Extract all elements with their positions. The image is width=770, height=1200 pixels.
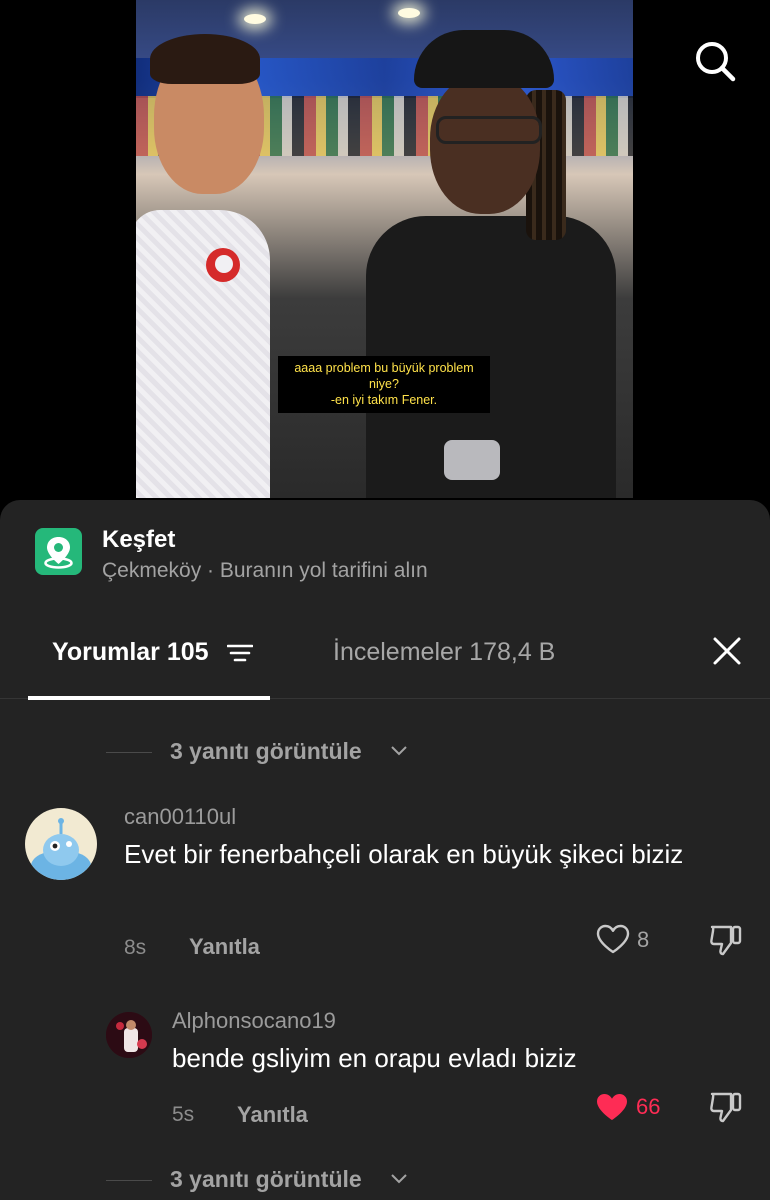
sort-filter-icon[interactable] xyxy=(227,642,253,664)
video-player[interactable] xyxy=(136,0,633,498)
reply-button[interactable]: Yanıtla xyxy=(189,934,260,960)
avatar-image xyxy=(31,818,91,880)
person-left xyxy=(136,20,390,498)
tab-bar: Yorumlar 105 İncelemeler 178,4 B xyxy=(0,618,770,700)
view-replies-label: 3 yanıtı görüntüle xyxy=(170,738,362,764)
thumbs-down-icon xyxy=(710,925,742,956)
reply-time: 5s xyxy=(172,1103,195,1126)
like-button[interactable] xyxy=(595,1092,629,1127)
close-icon xyxy=(713,637,741,665)
comment-time: 8s xyxy=(124,936,147,959)
comment-username[interactable]: can00110ul xyxy=(124,804,236,830)
heart-filled-icon xyxy=(597,1094,627,1120)
view-replies-button[interactable]: 3 yanıtı görüntüle xyxy=(106,1166,426,1196)
view-replies-button[interactable]: 3 yanıtı görüntüle xyxy=(106,738,426,768)
map-pin-icon xyxy=(35,528,82,575)
subtitle-line: -en iyi takım Fener. xyxy=(330,393,438,407)
divider-line xyxy=(106,752,152,753)
comments-sheet: Keşfet Çekmeköy · Buranın yol tarifini a… xyxy=(0,500,770,1200)
avatar[interactable] xyxy=(106,1012,152,1058)
reply-text: bende gsliyim en orapu evladı biziz xyxy=(172,1043,577,1073)
like-count: 66 xyxy=(636,1094,661,1119)
place-subtitle: Çekmeköy · Buranın yol tarifini alın xyxy=(102,559,428,582)
chevron-down-icon xyxy=(391,1174,407,1184)
close-button[interactable] xyxy=(710,634,744,668)
avatar[interactable] xyxy=(25,808,97,880)
chevron-down-icon xyxy=(391,746,407,756)
comment-text: Evet bir fenerbahçeli olarak en büyük şi… xyxy=(124,839,684,869)
active-tab-indicator xyxy=(28,696,270,700)
avatar-image xyxy=(106,1012,152,1058)
tab-comments-label: Yorumlar 105 xyxy=(52,638,209,666)
tab-comments[interactable]: Yorumlar 105 xyxy=(28,618,270,700)
search-icon xyxy=(696,42,736,82)
place-title: Keşfet xyxy=(102,526,176,553)
divider-line xyxy=(106,1180,152,1181)
thumbs-down-icon xyxy=(710,1092,742,1123)
heart-outline-icon xyxy=(596,924,630,954)
person-right xyxy=(356,30,633,498)
video-area: aaaa problem bu büyük problem niye? -en … xyxy=(0,0,770,520)
stadium-light xyxy=(398,8,420,18)
view-replies-label: 3 yanıtı görüntüle xyxy=(170,1166,362,1192)
like-count: 8 xyxy=(637,927,650,952)
dislike-button[interactable] xyxy=(708,923,744,962)
tab-reviews[interactable]: İncelemeler 178,4 B xyxy=(333,638,555,667)
search-button[interactable] xyxy=(692,38,738,84)
reply-button[interactable]: Yanıtla xyxy=(237,1102,308,1128)
subtitle-line: niye? xyxy=(369,377,399,391)
like-button[interactable] xyxy=(596,924,630,959)
dislike-button[interactable] xyxy=(708,1090,744,1129)
reply-username[interactable]: Alphonsocano19 xyxy=(172,1008,336,1034)
video-subtitle: aaaa problem bu büyük problem niye? -en … xyxy=(278,356,490,413)
subtitle-line: aaaa problem bu büyük problem xyxy=(294,361,474,375)
place-link[interactable]: Keşfet Çekmeköy · Buranın yol tarifini a… xyxy=(0,520,770,590)
